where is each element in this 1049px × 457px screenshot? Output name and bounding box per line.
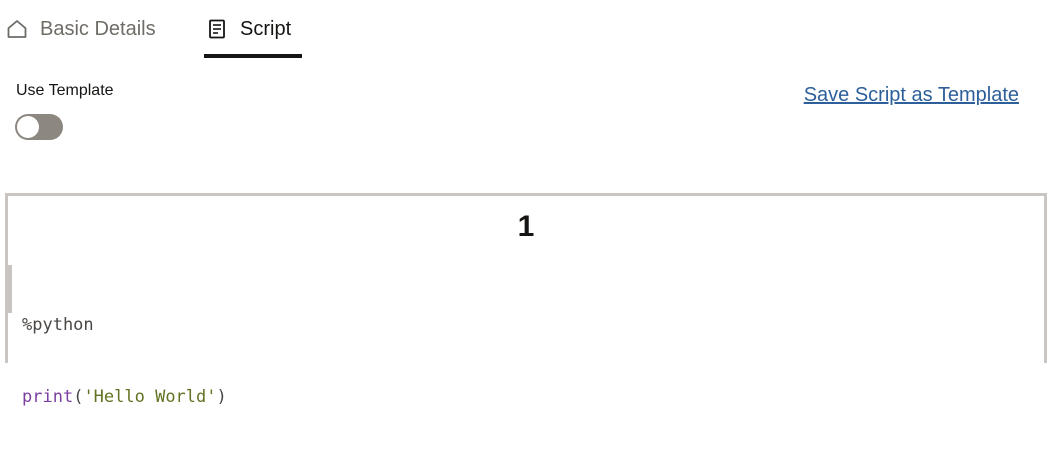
tab-bar: Basic Details Script [0,0,420,58]
home-icon [6,18,28,40]
code-close-paren: ) [216,387,227,407]
code-function-token: print [22,387,74,407]
save-script-as-template-link[interactable]: Save Script as Template [804,84,1019,106]
script-editor[interactable]: 1 %python print('Hello World') [5,193,1047,407]
tab-script-label: Script [240,18,292,40]
code-line-python-directive: %python [22,315,94,335]
use-template-label: Use Template [16,82,114,99]
paragraph-number: 1 [517,210,535,243]
toggle-knob [17,116,39,138]
code-block[interactable]: %python print('Hello World') [8,265,708,407]
code-open-paren: ( [73,387,84,407]
tab-script[interactable]: Script [204,0,302,58]
code-line-print: print('Hello World') [22,385,708,409]
tab-basic-details[interactable]: Basic Details [0,0,186,58]
script-icon [206,18,228,40]
use-template-toggle[interactable] [15,114,63,140]
tab-basic-details-label: Basic Details [40,18,156,40]
code-string-token: 'Hello World' [83,387,217,407]
